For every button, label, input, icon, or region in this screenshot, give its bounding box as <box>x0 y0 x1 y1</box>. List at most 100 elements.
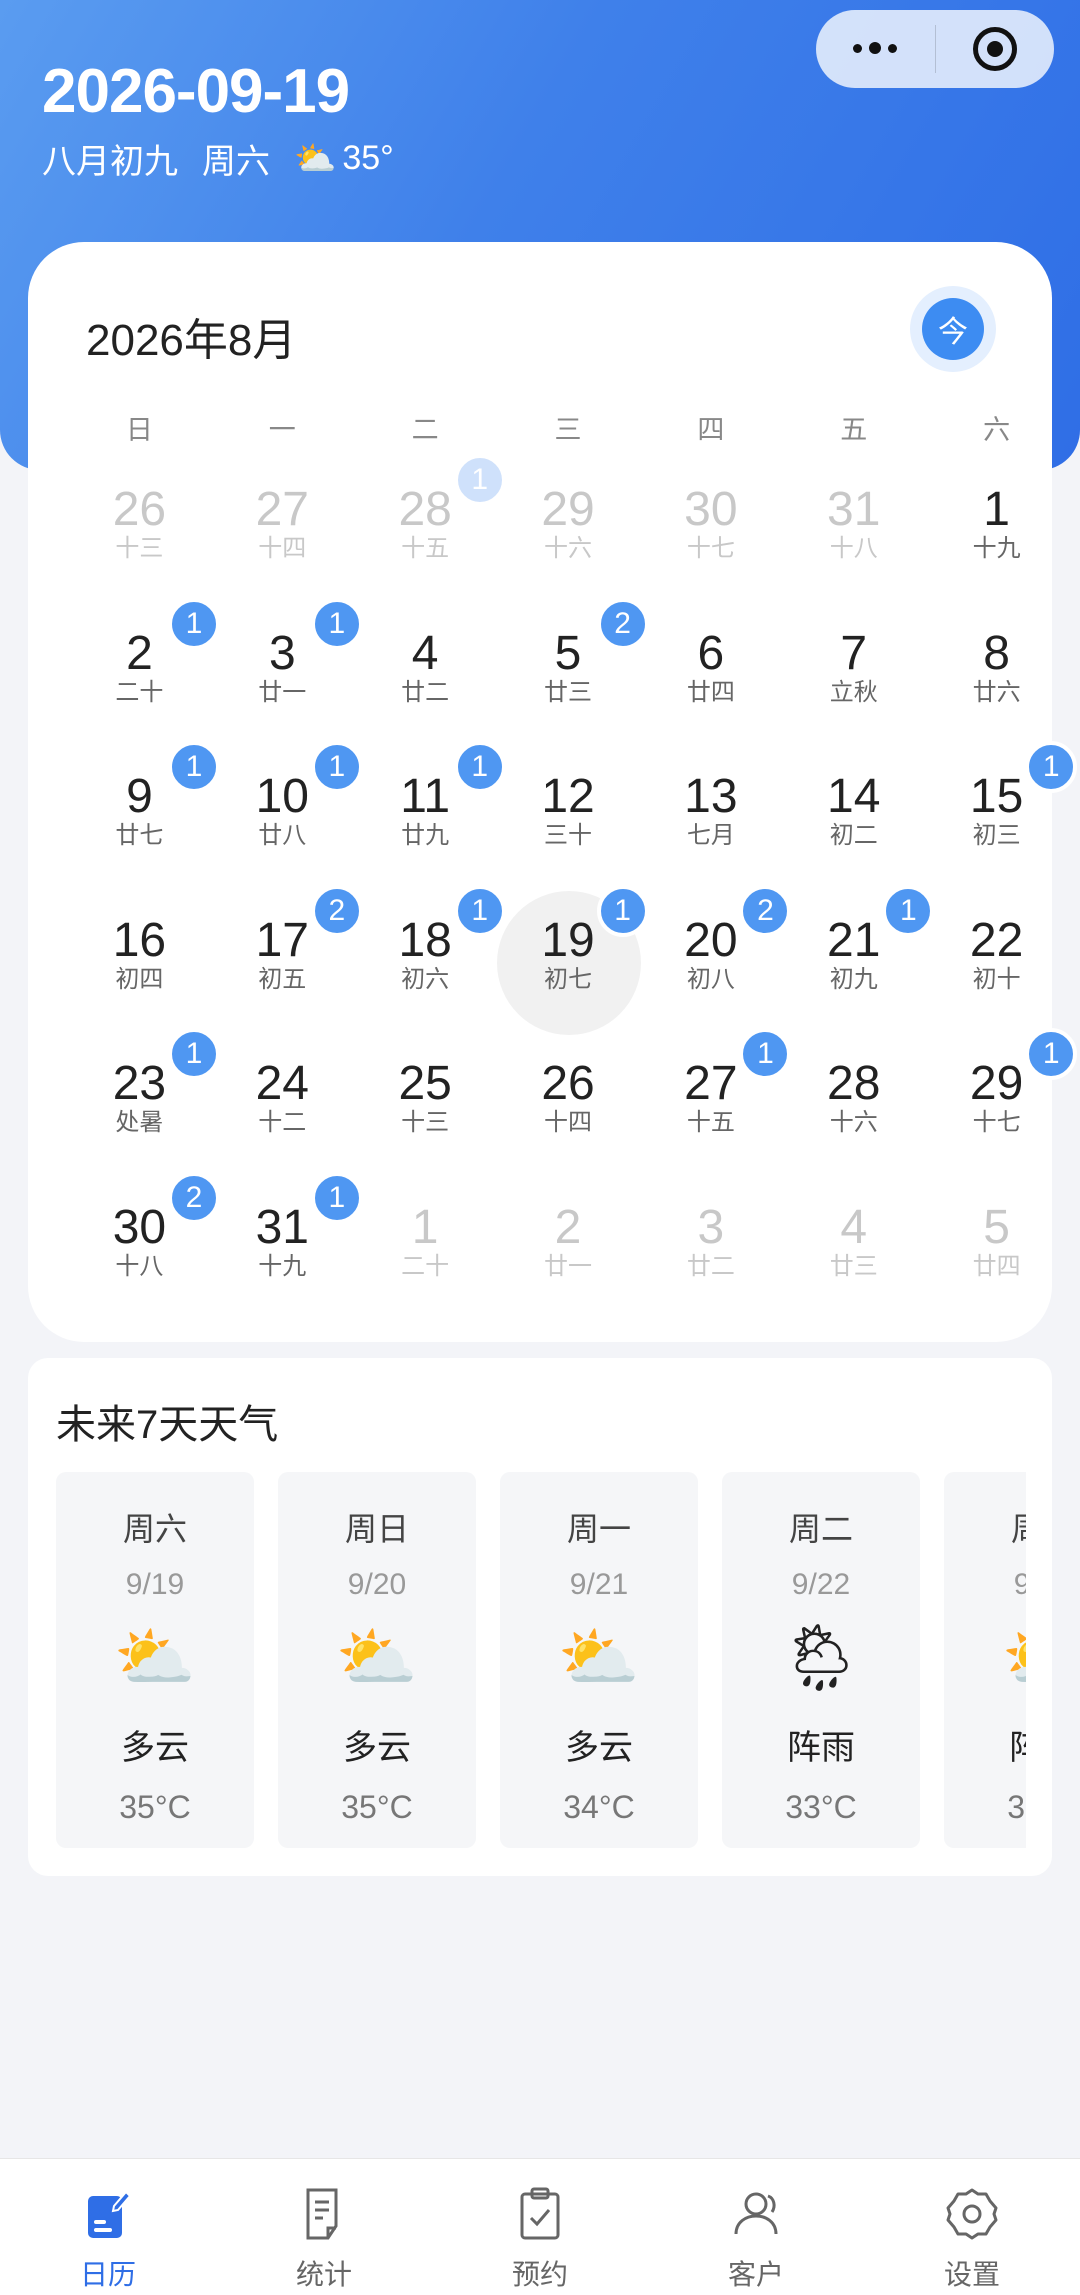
lunar-label: 七月 <box>686 822 735 850</box>
month-title[interactable]: 2026年8月 <box>86 304 296 368</box>
tab-label: 预约 <box>511 2259 568 2290</box>
calendar-day-selected[interactable]: 19 初七 1 <box>496 879 649 1035</box>
more-button[interactable] <box>816 10 935 88</box>
calendar-day[interactable]: 18 初六 1 <box>354 879 506 1023</box>
calendar-day[interactable]: 31 十九 1 <box>211 1166 363 1310</box>
forecast-weekday: 周一 <box>566 1511 631 1547</box>
calendar-day[interactable]: 2 廿一 <box>497 1166 640 1310</box>
lunar-label: 初八 <box>686 965 735 993</box>
calendar-day[interactable]: 14 初二 <box>782 735 925 879</box>
calendar-day[interactable]: 16 初四 <box>68 879 211 1023</box>
tab-label: 日历 <box>79 2259 136 2290</box>
tab-clipboard-check[interactable]: 预约 <box>432 2159 648 2295</box>
calendar-day[interactable]: 15 初三 1 <box>925 735 1078 879</box>
calendar-day[interactable]: 25 十三 <box>354 1022 497 1166</box>
day-number: 4 <box>840 1200 868 1254</box>
forecast-temperature: 33°C <box>1007 1789 1026 1825</box>
forecast-date: 9/21 <box>569 1568 629 1601</box>
today-button[interactable]: 今 <box>910 286 996 372</box>
forecast-weather-icon: ⛅ <box>335 1620 419 1694</box>
calendar-day[interactable]: 5 廿四 <box>925 1166 1068 1310</box>
tab-user[interactable]: 客户 <box>648 2159 864 2295</box>
lunar-label: 十三 <box>401 1109 450 1137</box>
user-icon <box>728 2185 784 2243</box>
calendar-day[interactable]: 5 廿三 2 <box>497 592 649 736</box>
calendar-day[interactable]: 8 廿六 <box>925 592 1068 736</box>
calendar-day[interactable]: 30 十七 <box>639 448 782 592</box>
tab-document[interactable]: 统计 <box>216 2159 432 2295</box>
calendar-day[interactable]: 9 廿七 1 <box>68 735 220 879</box>
weather-forecast-card: 未来7天天气 周六 9/19 ⛅ 多云 35°C 周日 9/20 ⛅ 多云 35°C 周一 9/21 ⛅… <box>28 1358 1052 1876</box>
lunar-label: 十七 <box>972 1109 1021 1137</box>
lunar-label: 廿四 <box>686 678 735 706</box>
bottom-tab-bar: 日历 统计 预约 客户 设置 <box>0 2158 1080 2295</box>
calendar-day[interactable]: 26 十三 <box>68 448 211 592</box>
date-subtitle: 八月初九 周六 ⛅ 35° <box>42 134 394 183</box>
day-number: 2 <box>126 626 153 680</box>
more-dots-icon <box>853 42 898 55</box>
calendar-day[interactable]: 11 廿九 1 <box>354 735 506 879</box>
calendar-day[interactable]: 20 初八 2 <box>639 879 792 1023</box>
forecast-temperature: 34°C <box>563 1789 635 1825</box>
day-number: 16 <box>112 913 167 967</box>
day-number: 3 <box>697 1200 725 1254</box>
day-number: 27 <box>255 483 309 536</box>
calendar-day[interactable]: 13 七月 <box>639 735 782 879</box>
lunar-label: 初三 <box>972 822 1021 850</box>
lunar-label: 初九 <box>829 965 878 993</box>
lunar-label: 初七 <box>544 965 592 993</box>
calendar-day[interactable]: 24 十二 <box>211 1022 354 1166</box>
lunar-label: 廿二 <box>401 678 450 706</box>
calendar-day[interactable]: 27 十四 <box>211 448 354 592</box>
calendar-day[interactable]: 1 二十 <box>354 1166 497 1310</box>
calendar-day[interactable]: 17 初五 2 <box>211 879 363 1023</box>
calendar-grid: 26 十三 27 十四 28 十五 1 29 十六 30 十七 31 十八 1 十九 2 二十 1 3 廿一 1 4 廿二 5… <box>68 448 1078 1310</box>
calendar-day[interactable]: 3 廿一 1 <box>211 592 363 736</box>
lunar-label: 十八 <box>829 535 878 562</box>
calendar-day[interactable]: 10 廿八 1 <box>211 735 363 879</box>
calendar-day[interactable]: 6 廿四 <box>639 592 782 736</box>
calendar-day[interactable]: 1 十九 <box>925 448 1068 592</box>
calendar-day[interactable]: 21 初九 1 <box>782 879 935 1023</box>
day-number: 6 <box>697 626 725 680</box>
tab-calendar-edit[interactable]: 日历 <box>0 2159 216 2295</box>
forecast-day: 周二 9/22 🌦 阵雨 33°C <box>722 1472 920 1848</box>
day-number: 18 <box>398 913 452 967</box>
weekday-header: 日一二三四五六 <box>68 408 1068 448</box>
calendar-day[interactable]: 30 十八 2 <box>68 1166 220 1310</box>
calendar-day[interactable]: 22 初十 <box>925 879 1068 1023</box>
day-number: 31 <box>827 483 881 536</box>
lunar-label: 十四 <box>544 1109 592 1137</box>
tab-label: 统计 <box>295 2259 352 2290</box>
calendar-day[interactable]: 31 十八 <box>782 448 925 592</box>
calendar-day[interactable]: 4 廿三 <box>782 1166 925 1310</box>
day-number: 26 <box>541 1057 595 1111</box>
day-number: 1 <box>411 1200 439 1254</box>
tab-gear[interactable]: 设置 <box>864 2159 1080 2295</box>
tab-label: 设置 <box>943 2259 1000 2290</box>
calendar-day[interactable]: 2 二十 1 <box>68 592 220 736</box>
calendar-day[interactable]: 3 廿二 <box>639 1166 782 1310</box>
calendar-day[interactable]: 26 十四 <box>497 1022 640 1166</box>
calendar-day[interactable]: 7 立秋 <box>782 592 925 736</box>
day-number: 1 <box>983 483 1010 536</box>
forecast-temperature: 35°C <box>341 1789 413 1825</box>
calendar-day[interactable]: 12 三十 <box>497 735 640 879</box>
lunar-date: 八月初九 <box>42 143 178 181</box>
calendar-day[interactable]: 28 十六 <box>782 1022 925 1166</box>
calendar-day[interactable]: 4 廿二 <box>354 592 497 736</box>
forecast-day: 周一 9/21 ⛅ 多云 34°C <box>500 1472 698 1848</box>
close-button[interactable] <box>936 10 1055 88</box>
calendar-day[interactable]: 28 十五 1 <box>354 448 506 592</box>
forecast-condition: 阵雨 <box>1009 1720 1026 1769</box>
forecast-temperature: 33°C <box>785 1789 857 1825</box>
day-number: 28 <box>827 1057 881 1111</box>
calendar-day[interactable]: 23 处暑 1 <box>68 1022 220 1166</box>
calendar-day[interactable]: 29 十六 <box>497 448 640 592</box>
lunar-label: 廿一 <box>544 1252 592 1280</box>
forecast-weekday: 周三 <box>1011 1504 1026 1550</box>
forecast-row[interactable]: 周六 9/19 ⛅ 多云 35°C 周日 9/20 ⛅ 多云 35°C 周一 9/21 ⛅ 多云 34°C 周… <box>56 1472 1026 1848</box>
weekday-label: 二 <box>411 415 439 445</box>
calendar-day[interactable]: 29 十七 1 <box>925 1022 1078 1166</box>
calendar-day[interactable]: 27 十五 1 <box>639 1022 792 1166</box>
